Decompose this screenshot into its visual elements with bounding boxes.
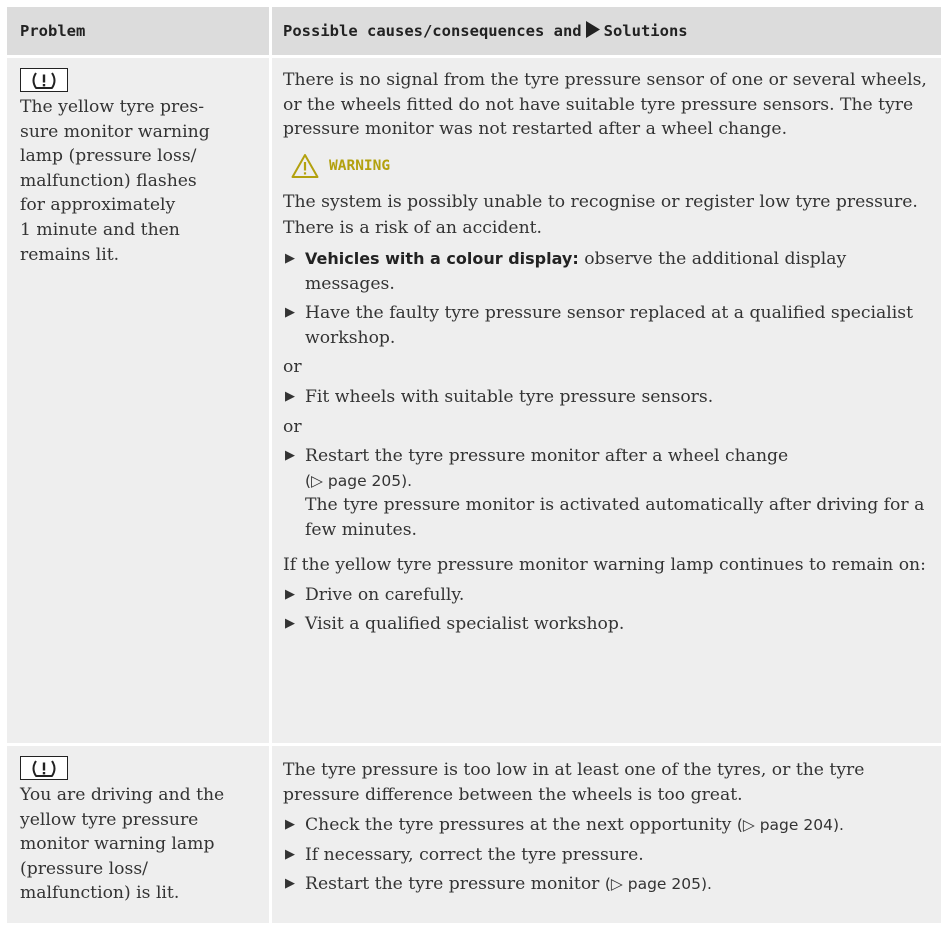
- problem-cell: You are driving and the yellow tyre pres…: [7, 746, 269, 923]
- problem-text: You are driving and the yellow tyre pres…: [20, 785, 225, 904]
- cause-text: There is no signal from the tyre pressur…: [283, 70, 927, 140]
- step-text: Fit wheels with suitable tyre pressure s…: [305, 386, 714, 407]
- bullet-arrow-icon: ▶: [285, 250, 295, 266]
- problem-cell: The yellow tyre pres- sure monitor warni…: [7, 58, 269, 743]
- bullet-arrow-icon: ▶: [285, 615, 295, 631]
- warning-heading: WARNING: [283, 152, 935, 180]
- solution-step: ▶ Have the faulty tyre pressure sensor re…: [283, 301, 935, 350]
- bullet-arrow-icon: ▶: [285, 817, 295, 833]
- step-text: Check the tyre pressures at the next opp…: [305, 815, 732, 836]
- warning-text: The system is possibly unable to recogni…: [283, 191, 918, 212]
- header-solutions: Possible causes/consequences and Solution…: [272, 7, 941, 55]
- table-header: Problem Possible causes/consequences and…: [7, 7, 941, 55]
- table-row: You are driving and the yellow tyre pres…: [7, 746, 941, 923]
- step-text: Restart the tyre pressure monitor: [305, 874, 600, 895]
- step-text: Drive on carefully.: [305, 585, 465, 606]
- solution-step: ▶ Restart the tyre pressure monitor after…: [283, 444, 935, 542]
- step-bold-label: Vehicles with a colour display:: [305, 248, 579, 268]
- bullet-arrow-icon: ▶: [285, 305, 295, 321]
- tyre-pressure-warning-icon: [20, 68, 68, 92]
- solution-step: ▶ Check the tyre pressures at the next op…: [283, 813, 935, 838]
- troubleshooting-table: Problem Possible causes/consequences and…: [7, 7, 941, 923]
- step-text: Restart the tyre pressure monitor after …: [305, 446, 789, 467]
- warning-triangle-icon: [291, 153, 319, 178]
- page-reference[interactable]: (▷ page 205).: [305, 472, 412, 490]
- solution-cell: There is no signal from the tyre pressur…: [272, 58, 941, 743]
- solution-step: ▶ If necessary, correct the tyre pressure…: [283, 843, 935, 868]
- solution-cell: The tyre pressure is too low in at least…: [272, 746, 941, 923]
- or-text: or: [283, 357, 302, 378]
- solution-step: ▶ Fit wheels with suitable tyre pressure …: [283, 385, 935, 410]
- step-text: Have the faulty tyre pressure sensor rep…: [305, 303, 913, 348]
- problem-text: The yellow tyre pres- sure monitor warni…: [20, 97, 210, 265]
- solution-step: ▶ Vehicles with a colour display: observe…: [283, 247, 935, 296]
- bullet-arrow-icon: ▶: [285, 876, 295, 892]
- header-problem: Problem: [20, 22, 86, 40]
- solution-step: ▶ Visit a qualified specialist workshop.: [283, 612, 935, 637]
- bullet-arrow-icon: ▶: [285, 448, 295, 464]
- header-solutions-suffix: Solutions: [603, 22, 688, 40]
- bullet-arrow-icon: ▶: [285, 846, 295, 862]
- step-note: The tyre pressure monitor is activated a…: [305, 495, 925, 540]
- table-row: The yellow tyre pres- sure monitor warni…: [7, 58, 941, 743]
- continue-text: If the yellow tyre pressure monitor warn…: [283, 554, 926, 575]
- cause-text: The tyre pressure is too low in at least…: [283, 760, 865, 805]
- page-reference[interactable]: (▷ page 205).: [605, 875, 712, 893]
- step-text: If necessary, correct the tyre pressure.: [305, 844, 644, 865]
- warning-label: WARNING: [329, 157, 391, 174]
- step-text: Visit a qualified specialist workshop.: [305, 613, 625, 634]
- solution-step: ▶ Drive on carefully.: [283, 583, 935, 608]
- bullet-arrow-icon: ▶: [285, 388, 295, 404]
- solution-step: ▶ Restart the tyre pressure monitor (▷ pa…: [283, 872, 935, 897]
- page-reference[interactable]: (▷ page 204).: [737, 816, 844, 834]
- bullet-arrow-icon: ▶: [285, 587, 295, 603]
- warning-text: There is a risk of an accident.: [283, 218, 543, 239]
- solution-arrow-icon: [585, 21, 600, 38]
- tyre-pressure-warning-icon: [20, 756, 68, 780]
- or-text: or: [283, 416, 302, 437]
- header-solutions-prefix: Possible causes/consequences and: [283, 22, 582, 40]
